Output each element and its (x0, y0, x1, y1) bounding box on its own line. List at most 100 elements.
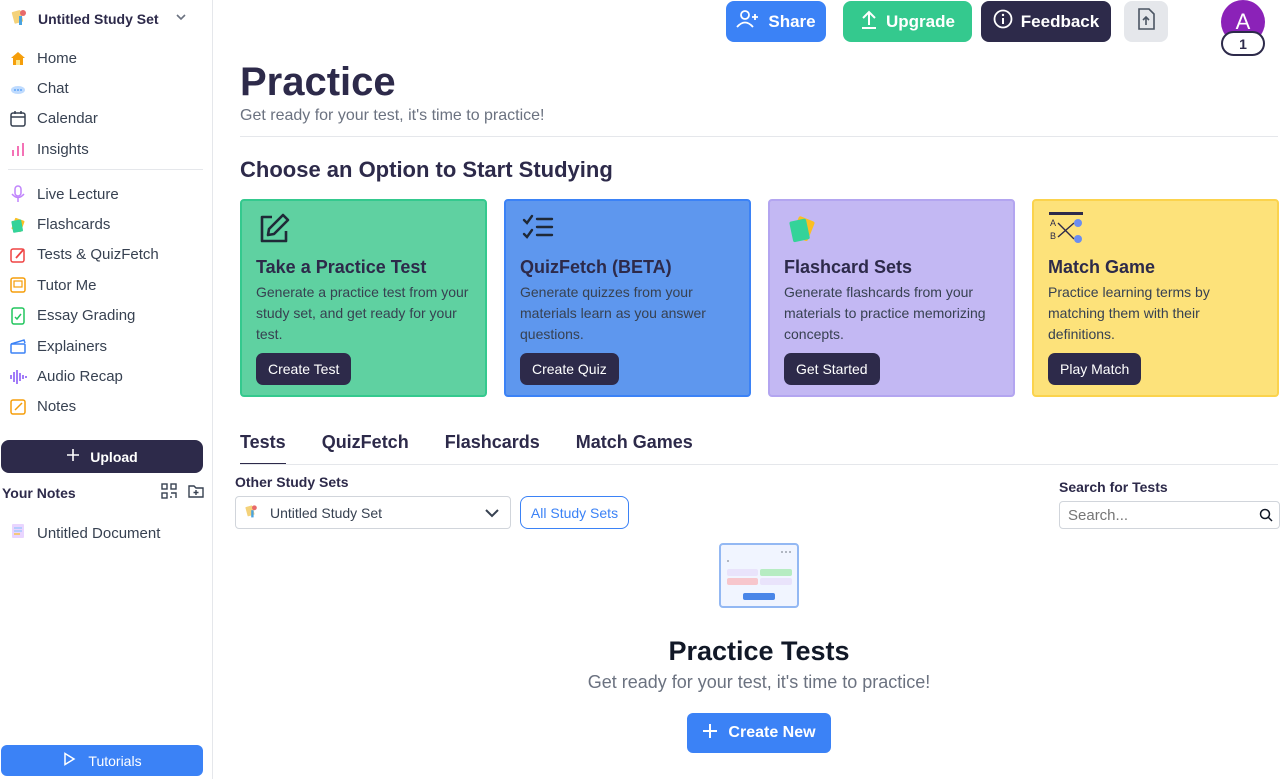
study-set-emoji-icon (10, 7, 30, 32)
export-button[interactable] (1124, 1, 1168, 42)
file-upload-icon (1136, 8, 1156, 35)
get-started-button[interactable]: Get Started (784, 353, 880, 385)
document-item[interactable]: Untitled Document (9, 522, 160, 544)
nav-label: Essay Grading (37, 307, 136, 325)
flashcards-icon (784, 211, 820, 247)
nav-item-flashcards[interactable]: Flashcards (0, 209, 213, 239)
nav-label: Insights (37, 140, 89, 158)
calendar-icon (9, 110, 27, 128)
nav-item-essay-grading[interactable]: Essay Grading (0, 301, 213, 331)
nav-label: Tutor Me (37, 276, 97, 294)
share-label: Share (768, 11, 816, 31)
nav-label: Explainers (37, 337, 108, 355)
card-title: QuizFetch (BETA) (520, 257, 672, 277)
practice-tabs: Tests QuizFetch Flashcards Match Games (240, 432, 729, 465)
play-match-button[interactable]: Play Match (1048, 353, 1142, 385)
audio-wave-icon (9, 368, 27, 386)
card-description: Generate quizzes from your materials lea… (520, 284, 706, 342)
feedback-label: Feedback (1020, 11, 1100, 31)
study-set-name: Untitled Study Set (38, 11, 159, 27)
share-button[interactable]: Share (726, 1, 826, 42)
nav-item-calendar[interactable]: Calendar (0, 104, 213, 134)
nav-label: Home (37, 49, 78, 67)
card-description: Generate a practice test from your study… (256, 284, 469, 342)
checklist-icon (520, 211, 556, 247)
search-box (1059, 501, 1280, 529)
svg-text:A: A (1050, 218, 1056, 228)
study-set-switcher[interactable]: Untitled Study Set (10, 8, 187, 30)
insights-icon (9, 140, 27, 158)
info-icon (993, 9, 1013, 34)
match-game-icon: AB (1048, 211, 1084, 247)
practice-test-card[interactable]: Take a Practice Test Generate a practice… (240, 199, 487, 397)
nav-label: Chat (37, 80, 69, 98)
page-title: Practice (240, 60, 396, 104)
essay-icon (9, 307, 27, 325)
sidebar: Untitled Study Set Home Chat Calendar In… (0, 0, 213, 779)
all-study-sets-button[interactable]: All Study Sets (520, 496, 629, 529)
study-set-emoji-icon (244, 503, 260, 522)
empty-state-title: Practice Tests (668, 636, 850, 666)
nav-item-chat[interactable]: Chat (0, 73, 213, 103)
upload-label: Upload (90, 448, 138, 465)
card-title: Take a Practice Test (256, 257, 427, 277)
feedback-button[interactable]: Feedback (981, 1, 1111, 42)
nav-label: Tests & QuizFetch (37, 246, 159, 264)
search-label: Search for Tests (1059, 479, 1168, 495)
chat-icon (9, 80, 27, 98)
tab-match-games[interactable]: Match Games (576, 432, 693, 465)
microphone-icon (9, 185, 27, 203)
tools-nav: Live Lecture Flashcards Tests & QuizFetc… (0, 179, 213, 422)
create-test-button[interactable]: Create Test (256, 353, 352, 385)
document-label: Untitled Document (37, 524, 161, 542)
upgrade-button[interactable]: Upgrade (843, 1, 972, 42)
nav-item-notes[interactable]: Notes (0, 392, 213, 422)
card-description: Generate flashcards from your materials … (784, 284, 986, 342)
search-input[interactable] (1060, 502, 1245, 528)
nav-label: Live Lecture (37, 185, 119, 203)
clapper-icon (9, 337, 27, 355)
tests-icon (9, 246, 27, 264)
nav-item-audio-recap[interactable]: Audio Recap (0, 361, 213, 391)
nav-item-tests-quizfetch[interactable]: Tests & QuizFetch (0, 240, 213, 270)
nav-item-explainers[interactable]: Explainers (0, 331, 213, 361)
tutor-icon (9, 276, 27, 294)
create-new-button[interactable]: Create New (687, 713, 831, 753)
new-folder-icon[interactable] (187, 482, 205, 505)
nav-item-home[interactable]: Home (0, 43, 213, 73)
plus-icon (702, 723, 718, 744)
tabs-divider (240, 464, 1278, 465)
match-game-card[interactable]: AB Match Game Practice learning terms by… (1032, 199, 1279, 397)
page-subtitle: Get ready for your test, it's time to pr… (240, 107, 545, 124)
primary-nav: Home Chat Calendar Insights (0, 43, 213, 165)
search-icon[interactable] (1259, 508, 1273, 527)
divider (240, 136, 1278, 137)
svg-text:B: B (1050, 231, 1056, 241)
upload-button[interactable]: Upload (1, 440, 203, 473)
section-title: Choose an Option to Start Studying (240, 157, 613, 182)
create-quiz-button[interactable]: Create Quiz (520, 353, 619, 385)
empty-state-illustration (719, 543, 799, 608)
notes-icon (9, 398, 27, 416)
quizfetch-card[interactable]: QuizFetch (BETA) Generate quizzes from y… (504, 199, 751, 397)
study-set-select[interactable]: Untitled Study Set (235, 496, 511, 529)
nav-label: Flashcards (37, 216, 111, 234)
upload-arrow-icon (860, 9, 878, 34)
other-study-sets-label: Other Study Sets (235, 474, 349, 490)
nav-item-live-lecture[interactable]: Live Lecture (0, 179, 213, 209)
upgrade-label: Upgrade (886, 11, 955, 31)
flashcards-icon (9, 216, 27, 234)
document-icon (9, 522, 27, 544)
flashcard-sets-card[interactable]: Flashcard Sets Generate flashcards from … (768, 199, 1015, 397)
tutorials-button[interactable]: Tutorials (1, 745, 203, 776)
empty-state-subtitle: Get ready for your test, it's time to pr… (587, 672, 931, 692)
qr-code-icon[interactable] (160, 482, 178, 505)
tab-flashcards[interactable]: Flashcards (445, 432, 540, 465)
nav-item-tutor-me[interactable]: Tutor Me (0, 270, 213, 300)
your-notes-label: Your Notes (2, 485, 76, 501)
tab-quizfetch[interactable]: QuizFetch (322, 432, 409, 465)
tab-tests[interactable]: Tests (240, 432, 286, 465)
chevron-down-icon (175, 10, 187, 28)
home-icon (9, 49, 27, 67)
nav-item-insights[interactable]: Insights (0, 134, 213, 164)
